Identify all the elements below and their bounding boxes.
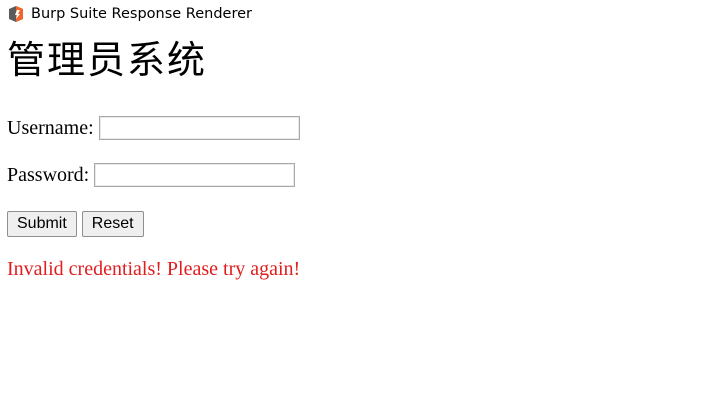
- window-titlebar: Burp Suite Response Renderer: [0, 0, 707, 28]
- submit-button[interactable]: Submit: [7, 211, 77, 237]
- password-input[interactable]: [94, 163, 296, 187]
- username-input[interactable]: [98, 116, 300, 140]
- username-label: Username:: [7, 116, 94, 139]
- page-title: 管理员系统: [7, 38, 208, 82]
- window-title: Burp Suite Response Renderer: [31, 6, 252, 22]
- password-row: Password:: [7, 163, 296, 187]
- username-row: Username:: [7, 116, 300, 140]
- error-message: Invalid credentials! Please try again!: [7, 258, 301, 280]
- burp-suite-icon: [9, 6, 23, 22]
- form-buttons: Submit Reset: [7, 211, 149, 237]
- reset-button[interactable]: Reset: [81, 211, 144, 237]
- password-label: Password:: [7, 163, 90, 186]
